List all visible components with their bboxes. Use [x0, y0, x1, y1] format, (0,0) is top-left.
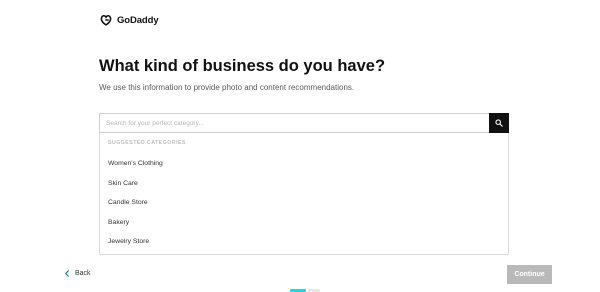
suggested-categories-header: SUGGESTED CATEGORIES	[108, 140, 186, 146]
category-search	[99, 113, 509, 133]
page-subtitle: We use this information to provide photo…	[99, 83, 355, 92]
suggestion-item[interactable]: Candle Store	[108, 199, 148, 206]
back-button[interactable]: Back	[64, 270, 91, 277]
category-search-input[interactable]	[99, 113, 489, 133]
godaddy-logo-icon	[99, 13, 113, 27]
suggestions-dropdown: SUGGESTED CATEGORIES Women's Clothing Sk…	[99, 133, 509, 255]
back-label: Back	[75, 270, 91, 277]
suggestion-item[interactable]: Skin Care	[108, 180, 138, 187]
continue-button[interactable]: Continue	[507, 265, 552, 284]
godaddy-logo[interactable]: GoDaddy	[99, 12, 159, 28]
suggestion-item[interactable]: Jewelry Store	[108, 238, 149, 245]
search-icon	[495, 119, 503, 127]
chevron-left-icon	[64, 270, 70, 277]
search-button[interactable]	[489, 113, 509, 133]
page-title: What kind of business do you have?	[99, 57, 386, 75]
suggestion-item[interactable]: Bakery	[108, 219, 129, 226]
suggestion-item[interactable]: Women's Clothing	[108, 160, 163, 167]
logo-text: GoDaddy	[117, 14, 159, 26]
